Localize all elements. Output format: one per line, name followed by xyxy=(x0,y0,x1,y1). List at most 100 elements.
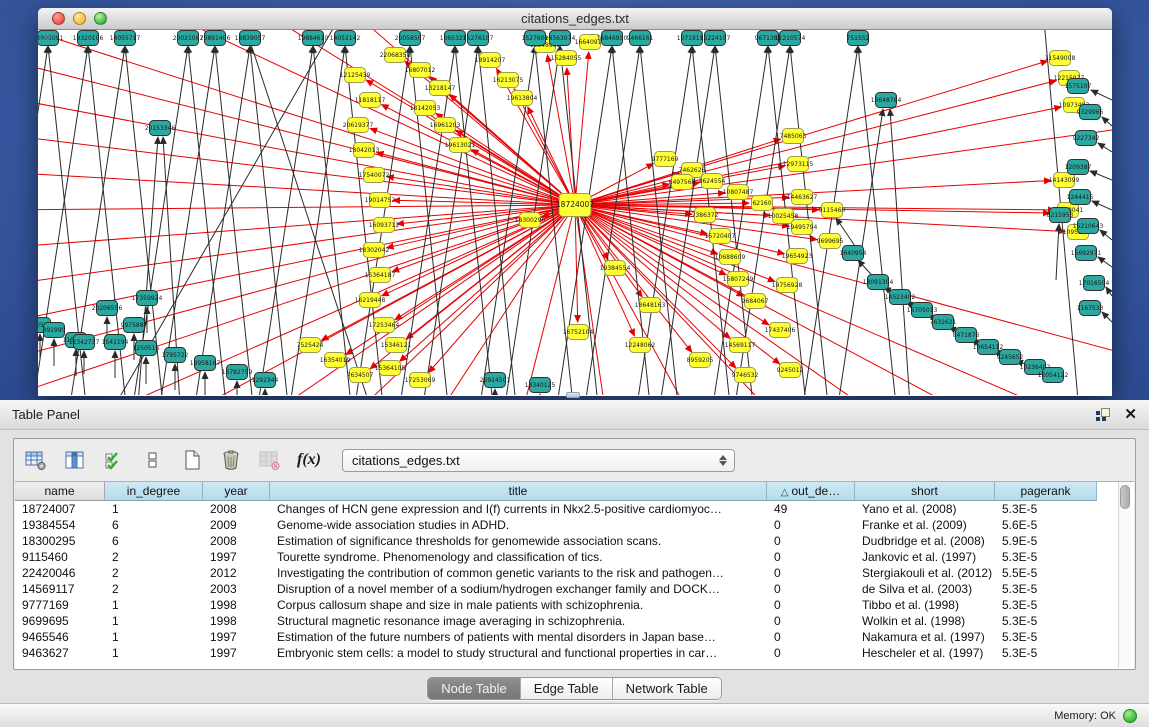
graph-node-label: 11549008 xyxy=(1045,55,1076,62)
table-cell: 22420046 xyxy=(15,565,105,581)
column-header-title[interactable]: title xyxy=(270,482,767,501)
graph-node-label: 16961203 xyxy=(430,122,461,129)
table-cell: Genome-wide association studies in ADHD. xyxy=(270,517,767,533)
graph-node-label: 18839057 xyxy=(235,35,266,42)
delete-trash-icon[interactable] xyxy=(219,448,243,472)
table-row[interactable]: 977716911998Corpus callosum shape and si… xyxy=(15,597,1134,613)
function-builder-icon[interactable]: f(x) xyxy=(297,448,321,472)
column-header-year[interactable]: year xyxy=(203,482,270,501)
select-rows-icon[interactable] xyxy=(102,448,126,472)
graph-node-label: 14052142 xyxy=(330,35,361,42)
table-cell: Yano et al. (2008) xyxy=(855,501,995,517)
memory-status-indicator[interactable] xyxy=(1123,709,1137,723)
table-cell: 9777169 xyxy=(15,597,105,613)
tab-network-table[interactable]: Network Table xyxy=(612,678,721,699)
graph-node-label: 16213075 xyxy=(493,77,524,84)
graph-node-label: 18042013 xyxy=(349,147,380,154)
table-cell: 5.3E-5 xyxy=(995,629,1097,645)
graph-node-label: 14569117 xyxy=(725,342,756,349)
table-row[interactable]: 1830029562008Estimation of significance … xyxy=(15,533,1134,549)
window-resize-grip[interactable] xyxy=(38,30,51,43)
table-row[interactable]: 946362711997Embryonic stem cells: a mode… xyxy=(15,645,1134,661)
column-header-name[interactable]: name xyxy=(15,482,105,501)
scrollbar-thumb[interactable] xyxy=(1120,485,1130,509)
table-cell: Tibbo et al. (1998) xyxy=(855,597,995,613)
close-panel-icon[interactable]: ✕ xyxy=(1124,408,1137,422)
graph-node-label: 18914207 xyxy=(475,57,506,64)
tab-node-table[interactable]: Node Table xyxy=(428,678,520,699)
new-table-icon[interactable] xyxy=(180,448,204,472)
graph-node-label: 1209387 xyxy=(1065,164,1092,171)
graph-node-label: 1167533 xyxy=(1077,305,1104,312)
table-cell: 18300295 xyxy=(15,533,105,549)
table-cell: Disruption of a novel member of a sodium… xyxy=(270,581,767,597)
show-columns-icon[interactable] xyxy=(63,448,87,472)
table-row[interactable]: 946554611997Estimation of the future num… xyxy=(15,629,1134,645)
graph-node-label: 9975887 xyxy=(121,322,148,329)
table-cell: 5.3E-5 xyxy=(995,549,1097,565)
table-cell: Hescheler et al. (1997) xyxy=(855,645,995,661)
sort-ascending-icon: △ xyxy=(781,487,789,498)
rows-icon[interactable] xyxy=(141,448,165,472)
table-cell: Franke et al. (2009) xyxy=(855,517,995,533)
column-header-out_de[interactable]: △out_de… xyxy=(767,482,855,501)
graph-node-label: 15346121 xyxy=(381,342,412,349)
column-header-in_degree[interactable]: in_degree xyxy=(105,482,203,501)
graph-node-label: 18724007 xyxy=(556,200,594,209)
table-row[interactable]: 1938455462009Genome-wide association stu… xyxy=(15,517,1134,533)
graph-node-label: 16782759 xyxy=(222,369,253,376)
table-cell: 9115460 xyxy=(15,549,105,565)
table-cell: 5.3E-5 xyxy=(995,613,1097,629)
table-cell: 1998 xyxy=(203,597,270,613)
graph-node-label: 18300295 xyxy=(515,217,546,224)
column-header-short[interactable]: short xyxy=(855,482,995,501)
graph-node-label: 14463627 xyxy=(787,194,818,201)
table-row[interactable]: 1872400712008Changes of HCN gene express… xyxy=(15,501,1134,517)
graph-node-label: 16219448 xyxy=(355,297,386,304)
table-row[interactable]: 911546021997Tourette syndrome. Phenomeno… xyxy=(15,549,1134,565)
graph-node-label: 12054122 xyxy=(1038,372,1069,379)
table-vertical-scrollbar[interactable] xyxy=(1118,482,1131,668)
graph-node-label: 19384554 xyxy=(600,265,631,272)
table-row[interactable]: 969969511998Structural magnetic resonanc… xyxy=(15,613,1134,629)
table-row[interactable]: 1456911722003Disruption of a novel membe… xyxy=(15,581,1134,597)
graph-node-label: 15276107 xyxy=(463,35,494,42)
table-cell: 2 xyxy=(105,581,203,597)
table-cell: 1997 xyxy=(203,629,270,645)
graph-node-label: 9777169 xyxy=(652,156,679,163)
table-cell: 1998 xyxy=(203,613,270,629)
network-canvas[interactable]: 1212543911818117206193771804201317540072… xyxy=(38,30,1112,395)
graph-node-label: 19320106 xyxy=(73,35,104,42)
graph-node-label: 16705013 xyxy=(907,307,938,314)
tab-edge-table[interactable]: Edge Table xyxy=(520,678,612,699)
table-cell: 5.3E-5 xyxy=(995,597,1097,613)
table-cell: 18724007 xyxy=(15,501,105,517)
graph-node-label: 19958167 xyxy=(190,360,221,367)
graph-node-label: 15364105 xyxy=(375,365,406,372)
float-panel-icon[interactable] xyxy=(1096,408,1110,421)
column-header-pagerank[interactable]: pagerank xyxy=(995,482,1097,501)
table-cell: 6 xyxy=(105,533,203,549)
table-row[interactable]: 2242004622012Investigating the contribut… xyxy=(15,565,1134,581)
table-cell: Wolkin et al. (1998) xyxy=(855,613,995,629)
graph-node-label: 9227342 xyxy=(1073,135,1100,142)
graph-node-label: 8959205 xyxy=(687,357,714,364)
graph-node-label: 9699695 xyxy=(817,238,844,245)
panel-splitter-handle[interactable] xyxy=(566,392,580,398)
table-options-icon[interactable] xyxy=(24,448,48,472)
graph-node-label: 12973115 xyxy=(783,161,814,168)
table-cell: 1 xyxy=(105,501,203,517)
graph-node-label: 20924501 xyxy=(480,377,511,384)
table-cell: 2 xyxy=(105,549,203,565)
graph-node-label: 13218147 xyxy=(425,85,456,92)
graph-node-label: 20891406 xyxy=(200,35,231,42)
graph-node-label: 16093712 xyxy=(369,222,400,229)
table-cell: 2008 xyxy=(203,533,270,549)
table-cell: Dudbridge et al. (2008) xyxy=(855,533,995,549)
table-select-combobox[interactable]: citations_edges.txt xyxy=(342,449,735,472)
table-panel-titlebar: Table Panel ✕ xyxy=(0,400,1149,430)
graph-node-label: 20058507 xyxy=(395,35,426,42)
table-cell: 0 xyxy=(767,597,855,613)
network-window-titlebar[interactable]: citations_edges.txt xyxy=(38,8,1112,30)
table-cell: 9699695 xyxy=(15,613,105,629)
